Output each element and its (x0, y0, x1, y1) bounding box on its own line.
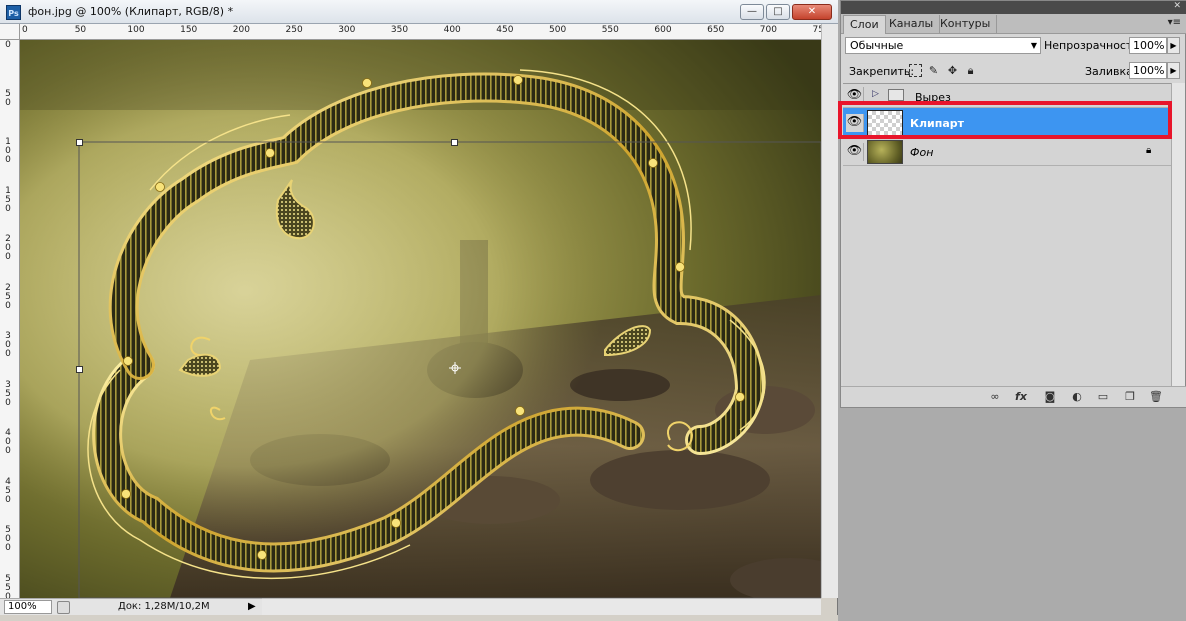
ruler-top-label: 0 (22, 25, 28, 35)
transform-handle-top-middle[interactable] (451, 139, 458, 146)
eye-icon[interactable]: 👁︎ (846, 87, 864, 105)
layers-scrollbar[interactable] (1171, 83, 1185, 386)
ruler-top-label: 500 (549, 25, 567, 35)
ruler-top-label: 550 (601, 25, 619, 35)
layer-thumbnail (867, 140, 903, 164)
folder-icon (888, 89, 904, 101)
eye-icon[interactable]: 👁︎ (846, 143, 864, 161)
layer-name: Клипарт (910, 117, 965, 130)
tab-channels[interactable]: Каналы (883, 15, 941, 34)
opacity-slider-arrow-icon[interactable]: ▶ (1167, 37, 1180, 54)
status-icon[interactable] (57, 601, 70, 614)
ruler-top-label: 100 (127, 25, 145, 35)
close-button[interactable]: ✕ (792, 4, 832, 20)
folder-icon[interactable]: ▭ (1095, 390, 1111, 404)
ruler-top-label: 650 (707, 25, 725, 35)
document-titlebar[interactable]: Ps фон.jpg @ 100% (Клипарт, RGB/8) * — □… (0, 0, 838, 24)
chevron-down-icon: ▼ (1030, 41, 1037, 50)
zoom-field[interactable]: 100% (4, 600, 52, 614)
ruler-left-label: 0 (5, 40, 11, 50)
layer-thumbnail (867, 110, 903, 136)
panel-header[interactable]: ✕ (841, 1, 1186, 14)
eye-icon[interactable]: 👁︎ (846, 114, 864, 132)
maximize-button[interactable]: □ (766, 4, 790, 20)
lock-all-icon[interactable]: 🔒︎ (964, 64, 977, 77)
transform-handle-top-left[interactable] (76, 139, 83, 146)
document-window: Ps фон.jpg @ 100% (Клипарт, RGB/8) * — □… (0, 0, 838, 621)
ruler-top-label: 200 (232, 25, 250, 35)
document-info: Док: 1,28M/10,2M (118, 601, 210, 612)
window-bottom-edge (0, 615, 838, 621)
panel-menu-icon[interactable]: ▾≡ (1168, 17, 1181, 28)
blend-mode-value: Обычные (850, 39, 904, 52)
ruler-left-label: 3 5 0 (5, 379, 11, 408)
canvas-image (20, 40, 821, 598)
ruler-left-label: 5 5 0 (5, 573, 11, 598)
ruler-top-label: 300 (338, 25, 356, 35)
ruler-origin[interactable] (0, 24, 20, 40)
blend-mode-select[interactable]: Обычные ▼ (845, 37, 1041, 54)
opacity-label: Непрозрачность: (1044, 39, 1143, 52)
lock-icon: 🔒︎ (1146, 145, 1152, 156)
fx-icon[interactable]: fx (1013, 390, 1029, 404)
layer-name: Вырез (915, 91, 951, 104)
layer-name: Фон (910, 146, 934, 159)
vertical-scrollbar[interactable] (821, 24, 838, 598)
ruler-left-label: 2 5 0 (5, 282, 11, 311)
ruler-left-label: 1 5 0 (5, 185, 11, 214)
lock-position-move-icon[interactable]: ✥ (946, 64, 959, 77)
status-menu-arrow-icon[interactable]: ▶ (248, 601, 256, 612)
lock-label: Закрепить: (849, 65, 915, 78)
ruler-top-label: 400 (443, 25, 461, 35)
ruler-left-label: 4 0 0 (5, 428, 11, 456)
layers-list: 👁︎ ▷ Вырез 👁︎ Клипарт 👁︎ Фон 🔒︎ (843, 83, 1171, 386)
horizontal-ruler[interactable]: 0 50 100 150 200 250 300 350 400 450 500 550 600 650 7… (20, 24, 821, 40)
fill-field[interactable]: 100% (1129, 62, 1167, 79)
new-layer-icon[interactable]: ❐ (1122, 390, 1138, 404)
layers-panel: ✕ Слои Каналы Контуры ▾≡ Обычные ▼ Непро… (840, 0, 1186, 408)
ruler-left-label: 3 0 0 (5, 331, 11, 359)
ruler-top-label: 750 (812, 25, 822, 35)
fill-slider-arrow-icon[interactable]: ▶ (1167, 62, 1180, 79)
ruler-left-label: 5 0 (5, 88, 11, 108)
image-canvas[interactable] (20, 40, 821, 598)
panel-tabs: Слои Каналы Контуры ▾≡ (841, 14, 1186, 34)
minimize-button[interactable]: — (740, 4, 764, 20)
ruler-top-label: 450 (496, 25, 514, 35)
ruler-left-label: 4 5 0 (5, 476, 11, 505)
photoshop-icon: Ps (6, 5, 21, 20)
lock-pixels-brush-icon[interactable]: ✎ (927, 64, 940, 77)
layer-row-background[interactable]: 👁︎ Фон 🔒︎ (843, 138, 1171, 166)
panel-close-icon[interactable]: ✕ (1173, 1, 1181, 11)
ruler-top-label: 50 (74, 25, 87, 35)
ruler-left-label: 2 0 0 (5, 234, 11, 262)
tab-layers[interactable]: Слои (843, 15, 886, 34)
adjustment-icon[interactable]: ◐ (1069, 390, 1085, 404)
trash-icon[interactable]: 🗑︎ (1148, 390, 1164, 404)
lock-transparency-icon[interactable] (909, 64, 922, 77)
ruler-left-label: 1 0 0 (5, 137, 11, 165)
status-bar: 100% Док: 1,28M/10,2M ▶ (0, 598, 262, 615)
ruler-top-label: 250 (285, 25, 303, 35)
ruler-top-label: 700 (759, 25, 777, 35)
ruler-top-label: 150 (180, 25, 198, 35)
panel-bottom-toolbar: ∞ fx ◙ ◐ ▭ ❐ 🗑︎ (841, 386, 1186, 407)
ruler-top-label: 600 (654, 25, 672, 35)
ruler-left-label: 5 0 0 (5, 525, 11, 553)
transform-handle-middle-left[interactable] (76, 366, 83, 373)
opacity-field[interactable]: 100% (1129, 37, 1167, 54)
horizontal-scrollbar[interactable] (262, 598, 821, 615)
tab-paths[interactable]: Контуры (934, 15, 998, 34)
layer-row-group[interactable]: 👁︎ ▷ Вырез (843, 84, 1171, 108)
document-title: фон.jpg @ 100% (Клипарт, RGB/8) * (28, 5, 234, 18)
expand-arrow-icon[interactable]: ▷ (872, 89, 879, 99)
layer-row-selected[interactable]: 👁︎ Клипарт (843, 108, 1171, 138)
mask-icon[interactable]: ◙ (1042, 390, 1058, 404)
ruler-top-label: 350 (390, 25, 409, 35)
link-icon[interactable]: ∞ (987, 390, 1003, 404)
vertical-ruler[interactable]: 0 5 0 1 0 0 1 5 0 2 0 0 2 5 0 3 0 0 3 5 0 4 0 0 4… (0, 40, 20, 598)
